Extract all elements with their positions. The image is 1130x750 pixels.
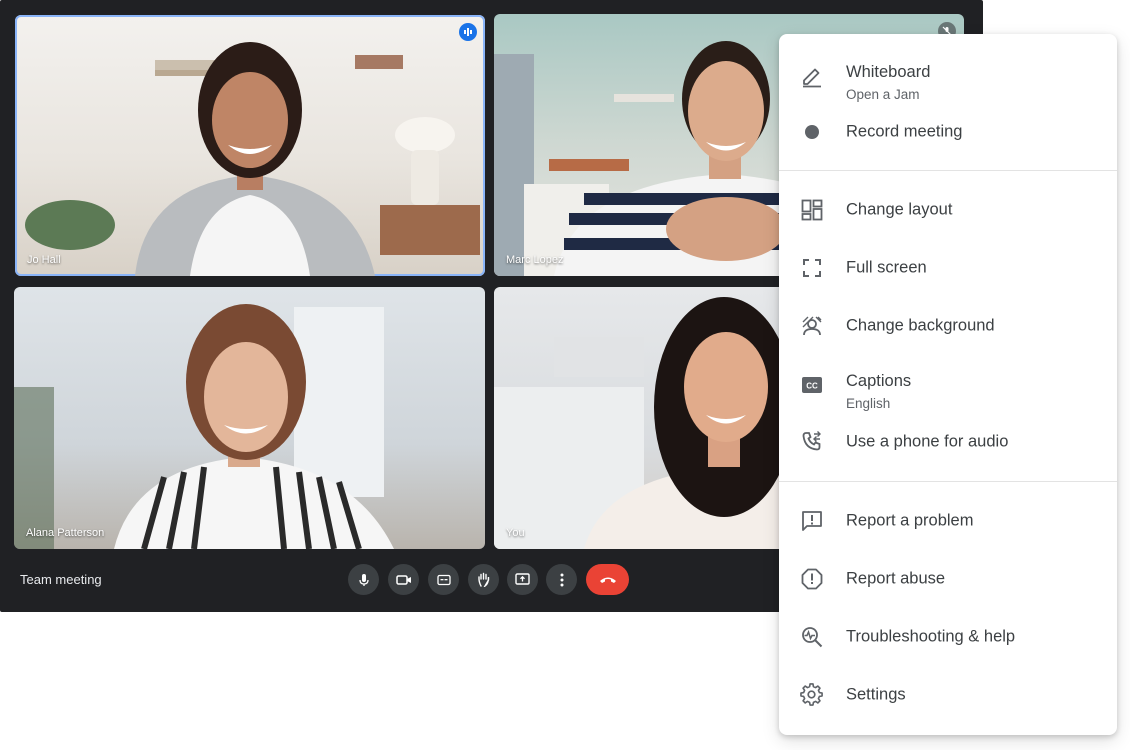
menu-item-label: Change background [846, 316, 995, 335]
menu-item-report-abuse[interactable]: Report abuse [779, 550, 1117, 608]
menu-item-label: Report abuse [846, 569, 946, 588]
background-icon [799, 313, 825, 339]
participant-name: Marc Lopez [506, 254, 564, 266]
menu-item-settings[interactable]: Settings [779, 666, 1117, 724]
camera-icon [395, 574, 411, 585]
participant-video [14, 304, 394, 549]
menu-item-troubleshooting-help[interactable]: Troubleshooting & help [779, 608, 1117, 666]
menu-item-label: Settings [846, 685, 906, 704]
participant-name: Jo Hall [27, 254, 61, 266]
menu-item-use-phone-audio[interactable]: Use a phone for audio [779, 413, 1117, 471]
menu-item-label: Use a phone for audio [846, 432, 1009, 451]
layout-icon [799, 197, 825, 223]
menu-item-captions[interactable]: CC Captions English [779, 353, 1117, 417]
end-call-icon [599, 577, 616, 583]
pen-icon [799, 63, 825, 89]
more-options-icon [560, 573, 563, 586]
participant-name: You [506, 527, 525, 539]
participant-name: Alana Patterson [26, 527, 105, 539]
menu-item-label: Report a problem [846, 511, 974, 530]
present-screen-button[interactable] [507, 564, 538, 595]
settings-icon [799, 682, 825, 708]
menu-item-record-meeting[interactable]: Record meeting [779, 103, 1117, 161]
captions-icon [436, 574, 451, 585]
menu-item-report-problem[interactable]: Report a problem [779, 492, 1117, 550]
microphone-icon [358, 573, 369, 586]
menu-divider [779, 170, 1117, 171]
microphone-button[interactable] [348, 564, 379, 595]
menu-item-whiteboard[interactable]: Whiteboard Open a Jam [779, 44, 1117, 108]
speaking-indicator-icon [459, 23, 477, 41]
more-options-menu: Whiteboard Open a Jam Record meeting Cha… [779, 34, 1117, 735]
menu-item-label: Record meeting [846, 122, 963, 141]
record-icon [799, 119, 825, 145]
raise-hand-button[interactable] [468, 564, 499, 595]
phone-audio-icon [799, 429, 825, 455]
participant-tile-jo-hall[interactable]: Jo Hall [15, 15, 485, 276]
menu-item-sublabel: Open a Jam [846, 87, 920, 102]
participant-tile-alana-patterson[interactable]: Alana Patterson [14, 287, 485, 549]
report-abuse-icon [799, 566, 825, 592]
menu-item-sublabel: English [846, 396, 891, 411]
menu-divider [779, 481, 1117, 482]
meeting-title: Team meeting [20, 572, 102, 587]
svg-text:CC: CC [806, 382, 818, 391]
participant-video [25, 42, 480, 276]
report-problem-icon [799, 508, 825, 534]
menu-item-change-layout[interactable]: Change layout [779, 181, 1117, 239]
camera-button[interactable] [388, 564, 419, 595]
menu-item-label: Change layout [846, 200, 953, 219]
troubleshooting-icon [799, 624, 825, 650]
captions-button[interactable] [428, 564, 459, 595]
present-screen-icon [515, 573, 530, 585]
captions-icon: CC [799, 372, 825, 398]
menu-item-label: Full screen [846, 258, 927, 277]
menu-item-label: Troubleshooting & help [846, 627, 1016, 646]
more-options-button[interactable] [546, 564, 577, 595]
menu-item-label: Whiteboard [846, 63, 931, 81]
fullscreen-icon [799, 255, 825, 281]
menu-item-label: Captions [846, 372, 912, 390]
end-call-button[interactable] [586, 564, 629, 595]
raise-hand-icon [477, 572, 489, 587]
menu-item-change-background[interactable]: Change background [779, 297, 1117, 355]
menu-item-full-screen[interactable]: Full screen [779, 239, 1117, 297]
